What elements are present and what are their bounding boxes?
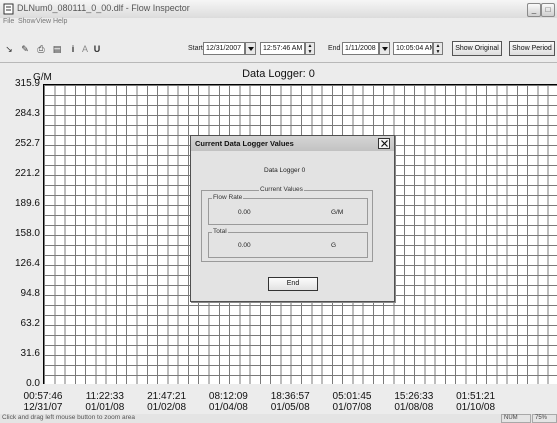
x-tick-time: 11:22:33 [85, 391, 124, 402]
y-tick-label: 284.3 [14, 108, 40, 119]
x-tick-label: 01:51:21 01/10/08 [441, 391, 511, 413]
app-icon [3, 3, 14, 15]
window-titlebar: DLNum0_080111_0_00.dlf - Flow Inspector … [0, 0, 557, 18]
dialog-close-button[interactable] [378, 138, 390, 149]
y-tick-label: 252.7 [14, 138, 40, 149]
current-values-dialog: Current Data Logger Values Data Logger 0… [190, 135, 395, 302]
x-tick-label: 21:47:21 01/02/08 [132, 391, 202, 413]
x-tick-time: 01:51:21 [456, 391, 496, 402]
x-tick-label: 18:36:57 01/05/08 [255, 391, 325, 413]
open-icon[interactable]: ✎ [19, 43, 31, 55]
x-tick-time: 18:36:57 [270, 391, 310, 402]
menu-file[interactable]: File [3, 18, 14, 25]
status-num: NUM [501, 414, 531, 423]
y-tick-label: 0.0 [26, 378, 40, 389]
current-values-legend: Current Values [259, 186, 304, 193]
maximize-button[interactable]: □ [541, 3, 555, 17]
x-tick-date: 01/10/08 [456, 402, 496, 413]
y-tick-label: 221.2 [14, 168, 40, 179]
menu-show[interactable]: Show [18, 18, 36, 25]
total-label: Total [212, 228, 228, 235]
start-date-dropdown[interactable] [245, 42, 256, 55]
flow-rate-label: Flow Rate [212, 194, 244, 201]
x-tick-date: 01/01/08 [85, 402, 125, 413]
x-tick-label: 08:12:09 01/04/08 [193, 391, 263, 413]
logger-label: Data Logger 0 [264, 167, 306, 174]
menu-bar: File Show View Help [0, 18, 557, 29]
x-tick-time: 05:01:45 [332, 391, 372, 402]
flow-rate-group [208, 198, 368, 225]
end-date-dropdown[interactable] [379, 42, 390, 55]
window-title: DLNum0_080111_0_00.dlf - Flow Inspector [17, 3, 190, 13]
total-group [208, 232, 368, 258]
print-icon[interactable]: ⎙ [35, 43, 47, 55]
x-tick-label: 15:26:33 01/08/08 [379, 391, 449, 413]
y-tick-label: 126.4 [14, 258, 40, 269]
x-tick-label: 11:22:33 01/01/08 [70, 391, 140, 413]
y-tick-label: 315.9 [14, 78, 40, 89]
x-tick-date: 01/07/08 [332, 402, 372, 413]
y-tick-label: 158.0 [14, 228, 40, 239]
x-tick-time: 08:12:09 [208, 391, 248, 402]
x-tick-time: 15:26:33 [394, 391, 434, 402]
dialog-titlebar[interactable]: Current Data Logger Values [191, 136, 394, 151]
flow-rate-unit: G/M [331, 209, 344, 216]
flow-rate-value: 0.00 [238, 209, 251, 216]
y-tick-label: 189.6 [14, 198, 40, 209]
start-label: Start [188, 45, 203, 52]
u-icon[interactable]: U [91, 43, 103, 55]
total-value: 0.00 [238, 242, 251, 249]
menu-view[interactable]: View [36, 18, 51, 25]
status-percent: 75% [532, 414, 557, 423]
y-tick-label: 94.8 [20, 288, 40, 299]
copy-icon[interactable]: ▤ [51, 43, 63, 55]
y-tick-label: 63.2 [20, 318, 40, 329]
x-tick-date: 01/08/08 [394, 402, 434, 413]
info-icon[interactable]: i [67, 43, 79, 55]
total-unit: G [331, 242, 337, 249]
x-tick-label: 05:01:45 01/07/08 [317, 391, 387, 413]
dialog-title: Current Data Logger Values [195, 139, 294, 148]
end-time-spinner[interactable]: ▲ ▼ [433, 42, 443, 55]
start-time-spinner[interactable]: ▲ ▼ [305, 42, 315, 55]
toolbar: ↘ ✎ ⎙ ▤ i A U Start 12/31/2007 12:57:46 … [0, 29, 557, 63]
chart-title: Data Logger: 0 [242, 68, 315, 80]
end-button[interactable]: End [268, 277, 318, 291]
start-date-field[interactable]: 12/31/2007 [203, 42, 245, 55]
show-original-button[interactable]: Show Original [452, 41, 502, 56]
x-tick-label: 00:57:46 12/31/07 [8, 391, 78, 413]
end-label: End [328, 45, 341, 52]
close-icon [381, 140, 388, 147]
x-tick-date: 01/02/08 [147, 402, 187, 413]
x-tick-date: 01/05/08 [270, 402, 310, 413]
status-bar: Click and drag left mouse button to zoom… [0, 414, 557, 423]
x-tick-time: 21:47:21 [147, 391, 187, 402]
start-time-field[interactable]: 12:57:46 AM [260, 42, 305, 55]
status-text: Click and drag left mouse button to zoom… [2, 414, 135, 421]
a-icon[interactable]: A [79, 43, 91, 55]
end-date-field[interactable]: 1/11/2008 [342, 42, 379, 55]
show-period-button[interactable]: Show Period [509, 41, 555, 56]
x-tick-date: 12/31/07 [23, 402, 63, 413]
end-time-field[interactable]: 10:05:04 AM [393, 42, 433, 55]
x-tick-date: 01/04/08 [208, 402, 248, 413]
menu-help[interactable]: Help [53, 18, 67, 25]
y-tick-label: 31.6 [20, 348, 40, 359]
cursor-icon[interactable]: ↘ [3, 43, 15, 55]
x-tick-time: 00:57:46 [23, 391, 63, 402]
minimize-button[interactable]: _ [527, 3, 541, 17]
